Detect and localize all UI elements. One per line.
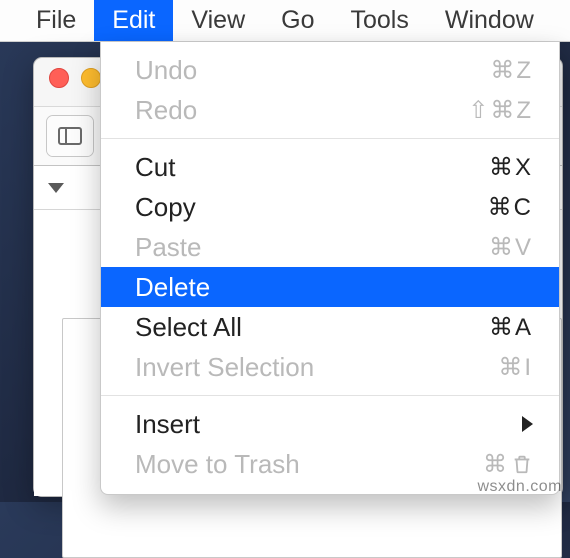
menu-item-select-all[interactable]: Select All ⌘A [101,307,559,347]
menu-edit[interactable]: Edit [94,0,173,41]
menu-item-cut[interactable]: Cut ⌘X [101,147,559,187]
menu-item-shortcut: ⌘C [488,193,533,222]
menu-go[interactable]: Go [263,0,332,41]
menu-item-label: Invert Selection [135,352,498,383]
menu-item-redo[interactable]: Redo ⇧⌘Z [101,90,559,130]
menu-item-delete[interactable]: Delete [101,267,559,307]
menu-window[interactable]: Window [427,0,552,41]
menu-item-shortcut: ⌘Z [490,56,533,85]
menu-item-label: Redo [135,95,468,126]
shortcut-text: ⌘ [483,450,509,479]
menu-item-invert-selection[interactable]: Invert Selection ⌘I [101,347,559,387]
disclosure-triangle-icon [48,183,64,193]
window-controls [49,68,101,88]
menu-item-shortcut: ⌘X [489,153,533,182]
menu-item-copy[interactable]: Copy ⌘C [101,187,559,227]
menu-item-label: Insert [135,409,522,440]
sidebar-toggle-group [46,115,94,157]
watermark: wsxdn.com [477,478,562,496]
menu-item-shortcut [522,416,533,432]
sidebar-icon [58,127,82,145]
menu-separator [101,138,559,139]
menu-item-shortcut: ⌘I [498,353,533,382]
menu-tools[interactable]: Tools [333,0,427,41]
menu-item-label: Paste [135,232,489,263]
menu-item-shortcut: ⌘ [483,450,533,479]
menu-item-label: Cut [135,152,489,183]
menu-item-label: Undo [135,55,490,86]
minimize-icon[interactable] [81,68,101,88]
menu-item-label: Move to Trash [135,449,483,480]
menu-file[interactable]: File [18,0,94,41]
edit-menu-dropdown: Undo ⌘Z Redo ⇧⌘Z Cut ⌘X Copy ⌘C Paste ⌘V… [100,42,560,495]
menu-item-insert[interactable]: Insert [101,404,559,444]
menu-item-label: Select All [135,312,489,343]
menu-item-shortcut: ⇧⌘Z [468,96,533,125]
close-icon[interactable] [49,68,69,88]
submenu-arrow-icon [522,416,533,432]
menu-item-shortcut: ⌘A [489,313,533,342]
menu-item-shortcut: ⌘V [489,233,533,262]
menubar: File Edit View Go Tools Window [0,0,570,42]
trash-icon [511,453,533,475]
menu-view[interactable]: View [173,0,263,41]
menu-item-label: Copy [135,192,488,223]
menu-separator [101,395,559,396]
menu-item-label: Delete [135,272,533,303]
menu-item-paste[interactable]: Paste ⌘V [101,227,559,267]
sidebar-toggle-button[interactable] [47,116,93,156]
menu-item-undo[interactable]: Undo ⌘Z [101,50,559,90]
